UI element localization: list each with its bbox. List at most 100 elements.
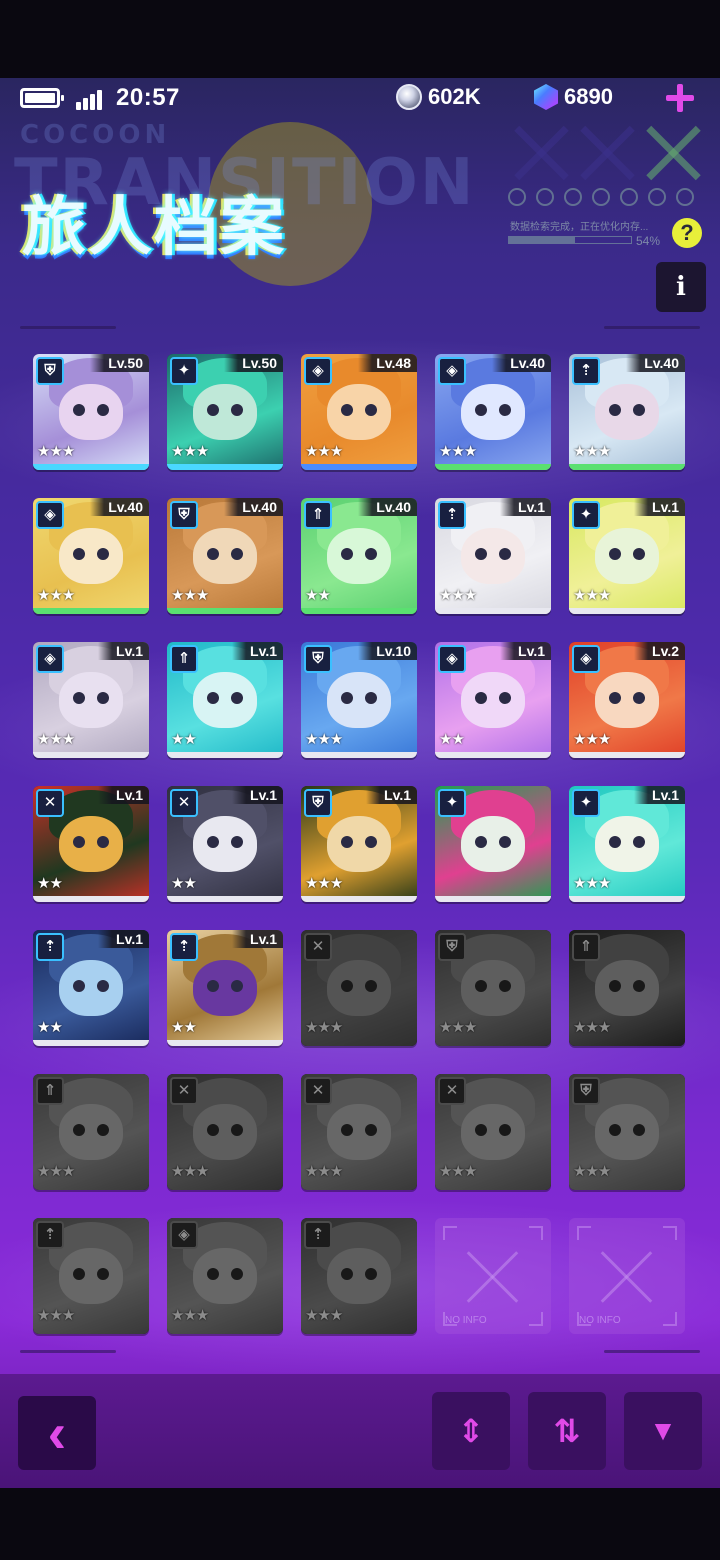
- star-rating: ★★★: [305, 1307, 343, 1324]
- corner-bracket: [663, 1312, 677, 1326]
- battery-icon: [20, 88, 64, 108]
- portrait-eye: [341, 836, 353, 848]
- portrait-eye: [633, 1124, 645, 1136]
- close-icon: [599, 1248, 655, 1304]
- close-icon: [465, 1248, 521, 1304]
- rarity-bar: [33, 752, 149, 758]
- level-badge: Lv.40: [492, 354, 551, 372]
- level-badge: Lv.10: [358, 642, 417, 660]
- character-card[interactable]: ⛨ Lv.1 ★★★: [301, 786, 417, 902]
- character-card[interactable]: ⇡ Lv.1 ★★★: [435, 498, 551, 614]
- portrait-eye: [97, 1268, 109, 1280]
- deco-x-icon: [512, 124, 570, 182]
- character-card[interactable]: ✕ Lv.1 ★★: [167, 786, 283, 902]
- portrait-eye: [475, 404, 487, 416]
- portrait-eye: [73, 548, 85, 560]
- character-card[interactable]: ◈ Lv.2 ★★★: [569, 642, 685, 758]
- level-badge: Lv.1: [634, 498, 685, 516]
- character-card[interactable]: ✕ ★★★: [167, 1074, 283, 1190]
- portrait-face: [327, 384, 391, 440]
- level-badge: Lv.40: [90, 498, 149, 516]
- back-button[interactable]: ‹: [18, 1396, 96, 1470]
- portrait-eye: [73, 1268, 85, 1280]
- character-card[interactable]: ⛨ Lv.50 ★★★: [33, 354, 149, 470]
- swords-icon: ✕: [304, 1077, 332, 1105]
- character-card[interactable]: ◈ ★★★: [167, 1218, 283, 1334]
- corner-bracket: [577, 1226, 591, 1240]
- character-card[interactable]: ✕ ★★★: [301, 1074, 417, 1190]
- portrait-face: [59, 960, 123, 1016]
- character-card[interactable]: ✕ Lv.1 ★★: [33, 786, 149, 902]
- portrait-eye: [633, 980, 645, 992]
- level-badge: Lv.1: [232, 642, 283, 660]
- character-card[interactable]: ✦ Lv.1 ★★★: [569, 498, 685, 614]
- coin-counter[interactable]: 602K: [396, 84, 481, 110]
- character-card[interactable]: ⛨ Lv.40 ★★★: [167, 498, 283, 614]
- add-currency-button[interactable]: [664, 82, 696, 114]
- arrow-icon: ⇡: [304, 1221, 332, 1249]
- rarity-bar: [167, 896, 283, 902]
- character-card[interactable]: ⛨ Lv.10 ★★★: [301, 642, 417, 758]
- character-card[interactable]: ⇑ ★★★: [33, 1074, 149, 1190]
- portrait-eye: [633, 836, 645, 848]
- portrait-eye: [207, 548, 219, 560]
- level-badge: Lv.40: [224, 498, 283, 516]
- character-card[interactable]: ◈ Lv.40 ★★★: [33, 498, 149, 614]
- level-badge: Lv.1: [500, 498, 551, 516]
- character-card[interactable]: ⇑ Lv.40 ★★: [301, 498, 417, 614]
- character-card[interactable]: ◈ Lv.48 ★★★: [301, 354, 417, 470]
- character-card[interactable]: ⇑ ★★★: [569, 930, 685, 1046]
- character-card[interactable]: ⇡ Lv.40 ★★★: [569, 354, 685, 470]
- loading-progress-bar: [508, 236, 632, 244]
- character-card[interactable]: ⛨ ★★★: [569, 1074, 685, 1190]
- page-title: 旅人档案: [22, 191, 286, 265]
- loading-progress-fill: [509, 237, 575, 243]
- help-button[interactable]: ?: [672, 218, 702, 248]
- character-card[interactable]: ✦: [435, 786, 551, 902]
- gem-counter[interactable]: 6890: [534, 84, 613, 110]
- character-card[interactable]: ◈ Lv.1 ★★: [435, 642, 551, 758]
- character-card[interactable]: ⛨ ★★★: [435, 930, 551, 1046]
- rarity-bar: [167, 608, 283, 614]
- portrait-eye: [609, 404, 621, 416]
- star-rating: ★★★: [171, 443, 209, 460]
- shield-icon: ⛨: [438, 933, 466, 961]
- character-card[interactable]: ◈ Lv.40 ★★★: [435, 354, 551, 470]
- character-card[interactable]: ⇑ Lv.1 ★★: [167, 642, 283, 758]
- status-bar: 20:57 602K 6890: [0, 78, 720, 118]
- corner-bracket: [529, 1312, 543, 1326]
- rarity-bar: [301, 752, 417, 758]
- star-rating: ★★★: [439, 587, 477, 604]
- portrait-face: [193, 816, 257, 872]
- portrait-eye: [499, 836, 511, 848]
- character-card[interactable]: ✕ ★★★: [301, 930, 417, 1046]
- portrait-eye: [231, 836, 243, 848]
- portrait-eye: [609, 836, 621, 848]
- portrait-eye: [365, 692, 377, 704]
- coin-icon: [396, 84, 422, 110]
- character-card[interactable]: ⇡ ★★★: [33, 1218, 149, 1334]
- character-card[interactable]: ⇡ Lv.1 ★★: [167, 930, 283, 1046]
- level-badge: Lv.1: [98, 786, 149, 804]
- info-button[interactable]: i: [656, 262, 706, 312]
- character-card[interactable]: ✦ Lv.50 ★★★: [167, 354, 283, 470]
- rarity-bar: [167, 464, 283, 470]
- deco-dot-row: [508, 188, 694, 206]
- portrait-face: [193, 672, 257, 728]
- character-card[interactable]: ⇡ Lv.1 ★★: [33, 930, 149, 1046]
- portrait-eye: [97, 1124, 109, 1136]
- portrait-face: [59, 672, 123, 728]
- portrait-eye: [207, 1268, 219, 1280]
- character-card[interactable]: ⇡ ★★★: [301, 1218, 417, 1334]
- character-card[interactable]: ✕ ★★★: [435, 1074, 551, 1190]
- diamond-icon: ◈: [36, 645, 64, 673]
- swap-button[interactable]: ⇅: [528, 1392, 606, 1470]
- sort-order-button[interactable]: ⇕: [432, 1392, 510, 1470]
- portrait-face: [595, 672, 659, 728]
- portrait-eye: [207, 404, 219, 416]
- level-badge: Lv.1: [98, 930, 149, 948]
- filter-button[interactable]: ▼: [624, 1392, 702, 1470]
- character-card[interactable]: ◈ Lv.1 ★★★: [33, 642, 149, 758]
- character-card[interactable]: ✦ Lv.1 ★★★: [569, 786, 685, 902]
- rarity-bar: [569, 896, 685, 902]
